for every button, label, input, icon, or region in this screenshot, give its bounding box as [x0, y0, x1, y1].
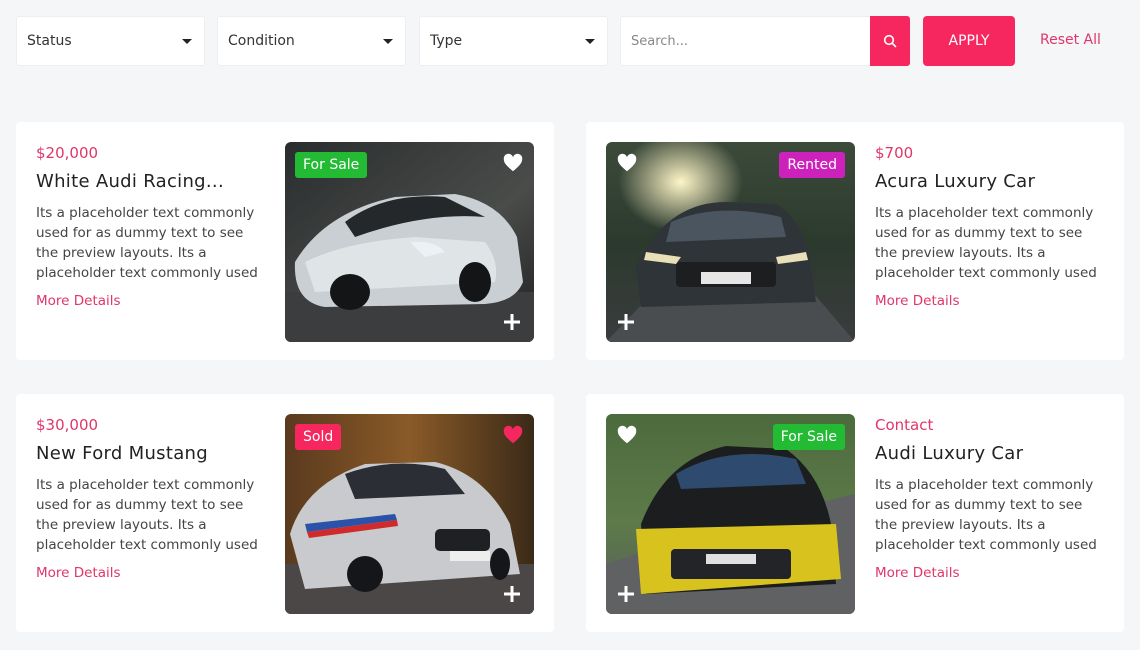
filter-bar: Status Condition Type APPLY Reset All	[16, 16, 1116, 66]
plus-icon[interactable]	[616, 584, 636, 604]
condition-dropdown[interactable]: Condition	[217, 16, 406, 66]
plus-icon[interactable]	[502, 584, 522, 604]
listing-title[interactable]: New Ford Mustang	[36, 442, 266, 466]
status-dropdown[interactable]: Status	[16, 16, 205, 66]
plus-icon[interactable]	[502, 312, 522, 332]
car-photo[interactable]: Sold	[285, 414, 534, 614]
condition-dropdown-label: Condition	[228, 33, 295, 49]
status-dropdown-label: Status	[27, 33, 72, 49]
listing-title[interactable]: Audi Luxury Car	[875, 442, 1105, 466]
plus-icon[interactable]	[616, 312, 636, 332]
car-photo[interactable]: Rented	[606, 142, 855, 342]
heart-icon[interactable]	[502, 152, 524, 174]
listing-title[interactable]: Acura Luxury Car	[875, 170, 1105, 194]
search-input[interactable]	[620, 16, 870, 66]
heart-icon[interactable]	[616, 152, 638, 174]
status-badge: Rented	[779, 152, 845, 178]
status-badge: For Sale	[772, 424, 845, 450]
listing-card: $30,000 New Ford Mustang Its a placehold…	[16, 394, 554, 632]
listing-card: $20,000 White Audi Racing... Its a place…	[16, 122, 554, 360]
search-box	[620, 16, 910, 66]
status-badge: For Sale	[295, 152, 368, 178]
listing-card: Rented $700 Acura Luxury Car Its a place…	[586, 122, 1124, 360]
car-photo[interactable]: For Sale	[606, 414, 855, 614]
listing-title[interactable]: White Audi Racing...	[36, 170, 266, 194]
listing-description: Its a placeholder text commonly used for…	[36, 205, 258, 281]
car-photo[interactable]: For Sale	[285, 142, 534, 342]
listing-info: $30,000 New Ford Mustang Its a placehold…	[36, 414, 266, 581]
listing-description: Its a placeholder text commonly used for…	[875, 477, 1097, 553]
more-details-link[interactable]: More Details	[36, 565, 121, 581]
status-badge: Sold	[295, 424, 342, 450]
more-details-link[interactable]: More Details	[875, 565, 960, 581]
listing-price: $700	[875, 144, 914, 162]
type-dropdown-label: Type	[430, 33, 463, 49]
search-icon	[883, 34, 897, 48]
more-details-link[interactable]: More Details	[875, 293, 960, 309]
caret-down-icon	[383, 39, 393, 44]
listing-description: Its a placeholder text commonly used for…	[875, 205, 1097, 281]
listing-info: $700 Acura Luxury Car Its a placeholder …	[875, 142, 1105, 309]
listing-info: Contact Audi Luxury Car Its a placeholde…	[875, 414, 1105, 581]
more-details-link[interactable]: More Details	[36, 293, 121, 309]
apply-button[interactable]: APPLY	[923, 16, 1015, 66]
listing-price: Contact	[875, 416, 934, 434]
heart-filled-icon[interactable]	[502, 424, 524, 446]
listing-price: $30,000	[36, 416, 99, 434]
caret-down-icon	[585, 39, 595, 44]
type-dropdown[interactable]: Type	[419, 16, 608, 66]
listing-price: $20,000	[36, 144, 99, 162]
listing-card: For Sale Contact Audi Luxury Car Its a p…	[586, 394, 1124, 632]
listing-description: Its a placeholder text commonly used for…	[36, 477, 258, 553]
heart-icon[interactable]	[616, 424, 638, 446]
reset-all-link[interactable]: Reset All	[1040, 32, 1101, 48]
search-button[interactable]	[870, 16, 910, 66]
listing-info: $20,000 White Audi Racing... Its a place…	[36, 142, 266, 309]
caret-down-icon	[182, 39, 192, 44]
